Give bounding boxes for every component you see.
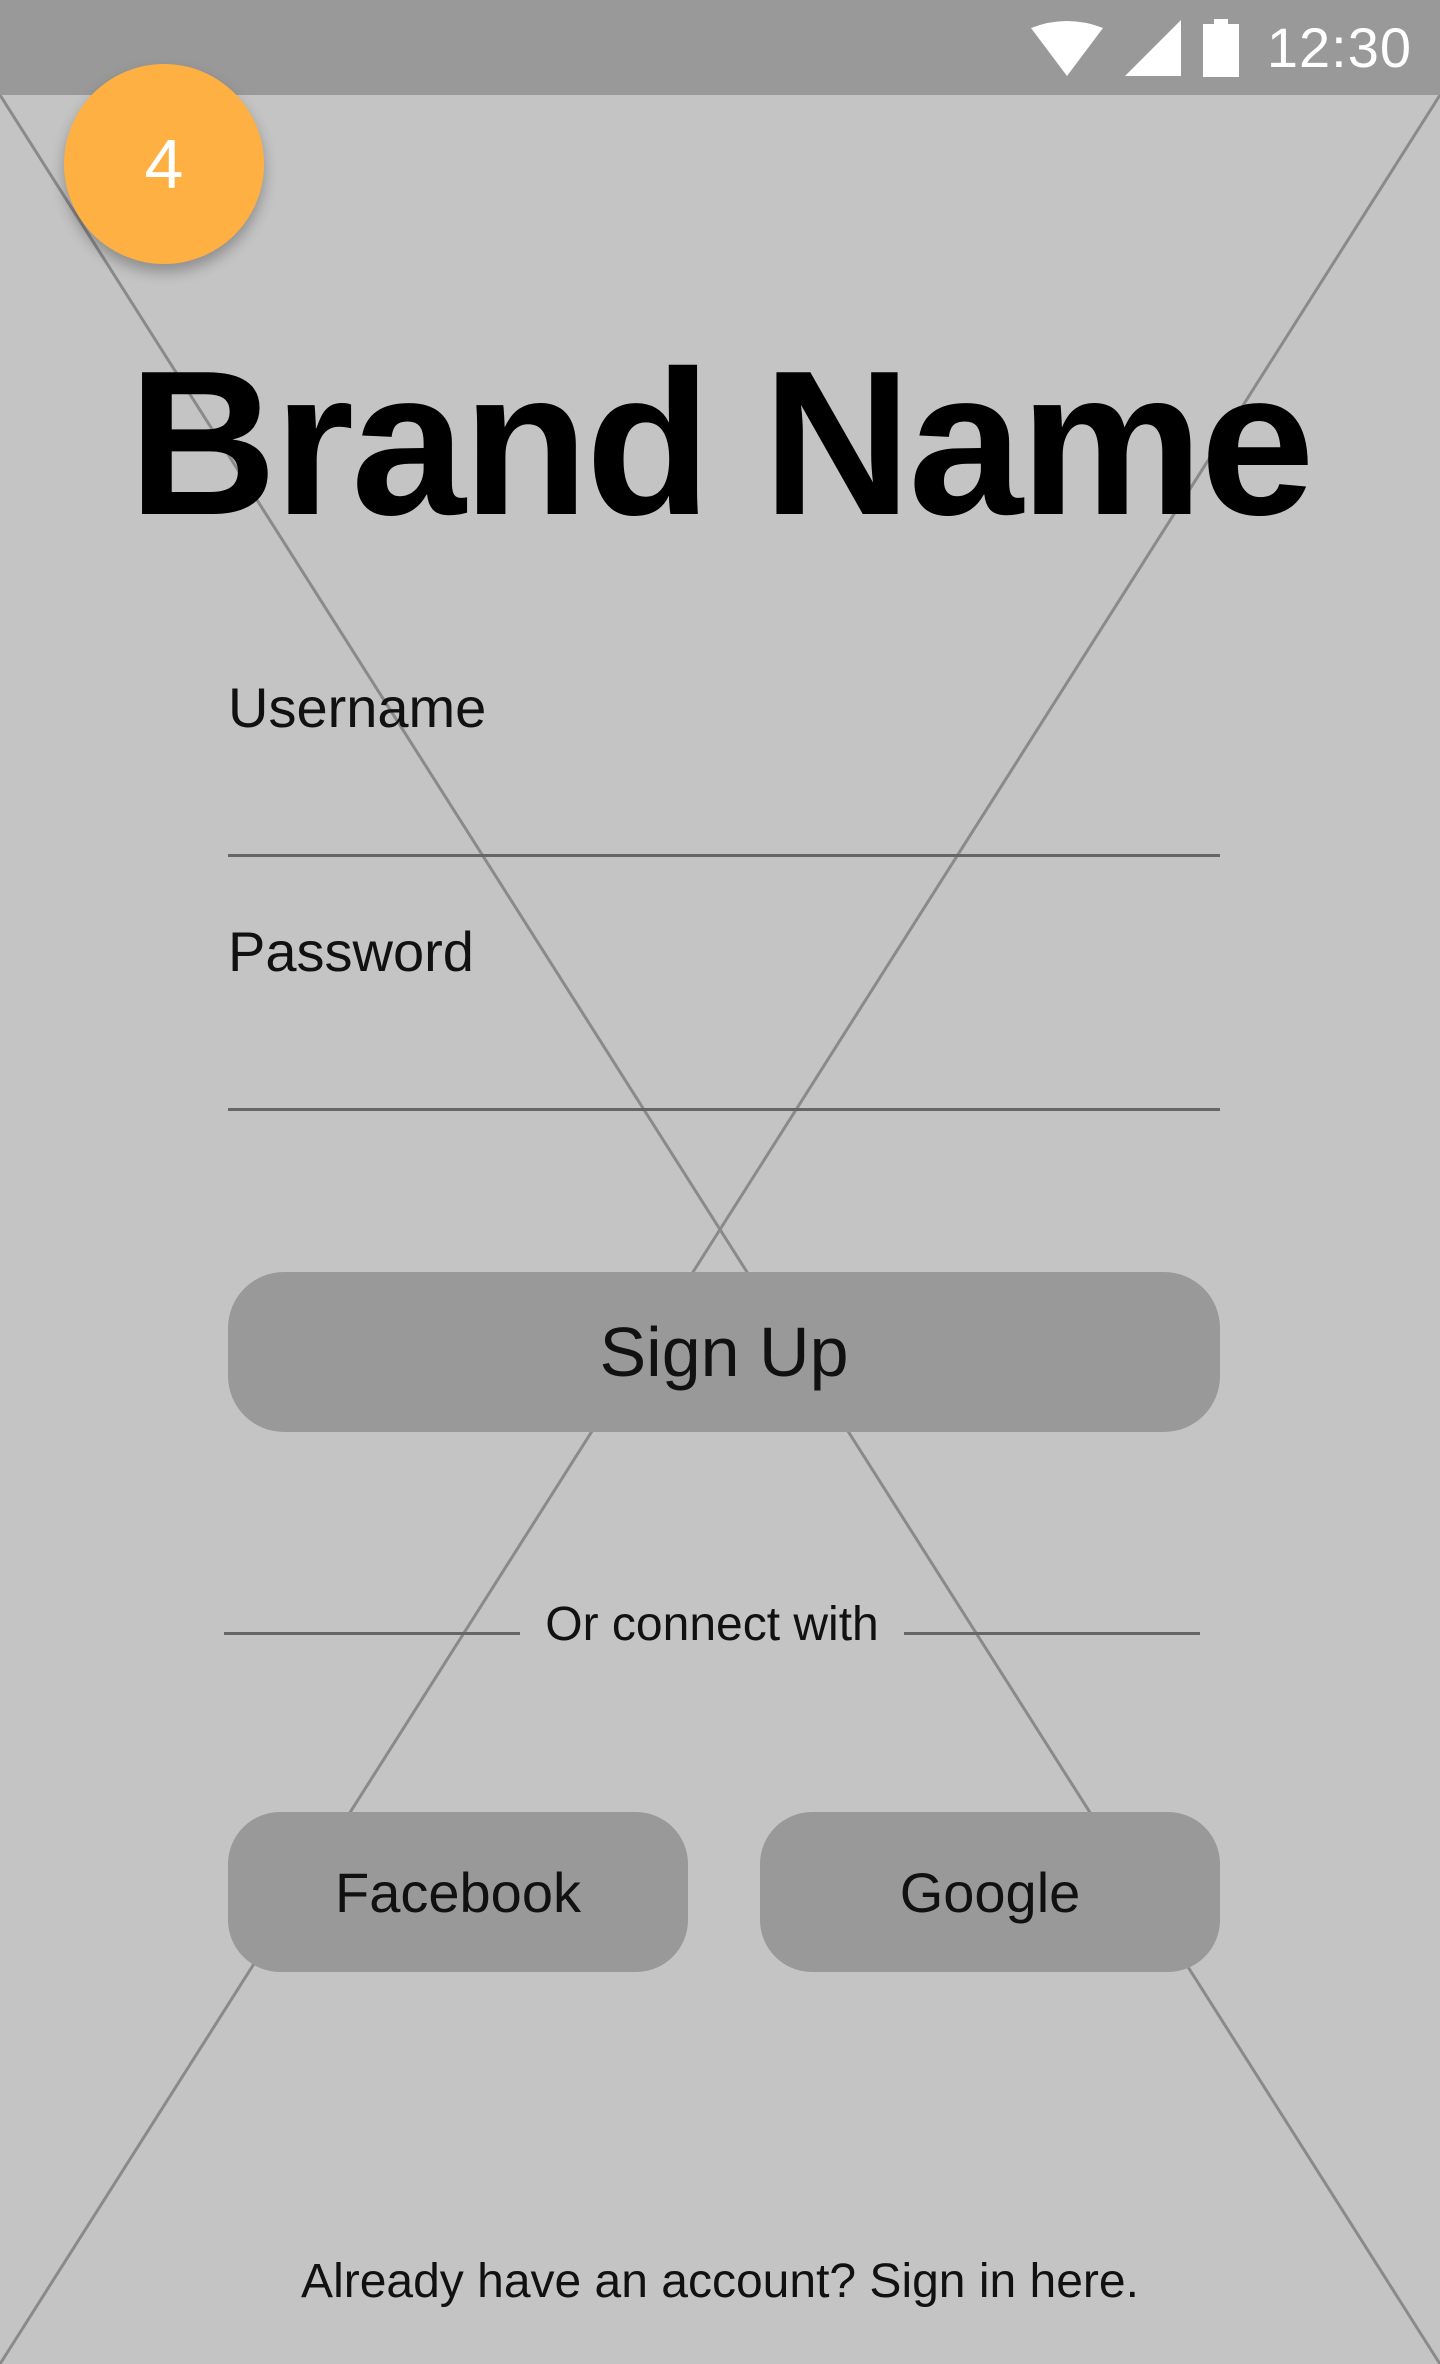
step-badge: 4 bbox=[64, 64, 264, 264]
brand-title: Brand Name bbox=[128, 328, 1314, 558]
password-label: Password bbox=[228, 920, 474, 983]
sign-up-button[interactable]: Sign Up bbox=[228, 1272, 1220, 1432]
username-field: Username bbox=[228, 680, 1220, 857]
cellular-signal-icon bbox=[1124, 19, 1181, 76]
sign-in-link[interactable]: Already have an account? Sign in here. bbox=[0, 2252, 1440, 2312]
divider-line-left bbox=[224, 1632, 520, 1635]
username-input[interactable] bbox=[228, 774, 1220, 857]
divider-line-right bbox=[904, 1632, 1200, 1635]
username-label: Username bbox=[228, 676, 487, 739]
status-time: 12:30 bbox=[1266, 16, 1412, 79]
battery-icon bbox=[1202, 18, 1239, 77]
facebook-button[interactable]: Facebook bbox=[228, 1812, 688, 1972]
divider-text: Or connect with bbox=[545, 1598, 879, 1651]
status-icons: 12:30 bbox=[1030, 0, 1412, 95]
google-button[interactable]: Google bbox=[760, 1812, 1220, 1972]
wifi-icon bbox=[1030, 20, 1103, 76]
signup-screen: 12:30 4 Brand Name Username Password Sig… bbox=[0, 0, 1440, 2364]
password-field: Password bbox=[228, 924, 1220, 1111]
social-divider: Or connect with bbox=[224, 1590, 1200, 1660]
password-input[interactable] bbox=[228, 1028, 1220, 1111]
